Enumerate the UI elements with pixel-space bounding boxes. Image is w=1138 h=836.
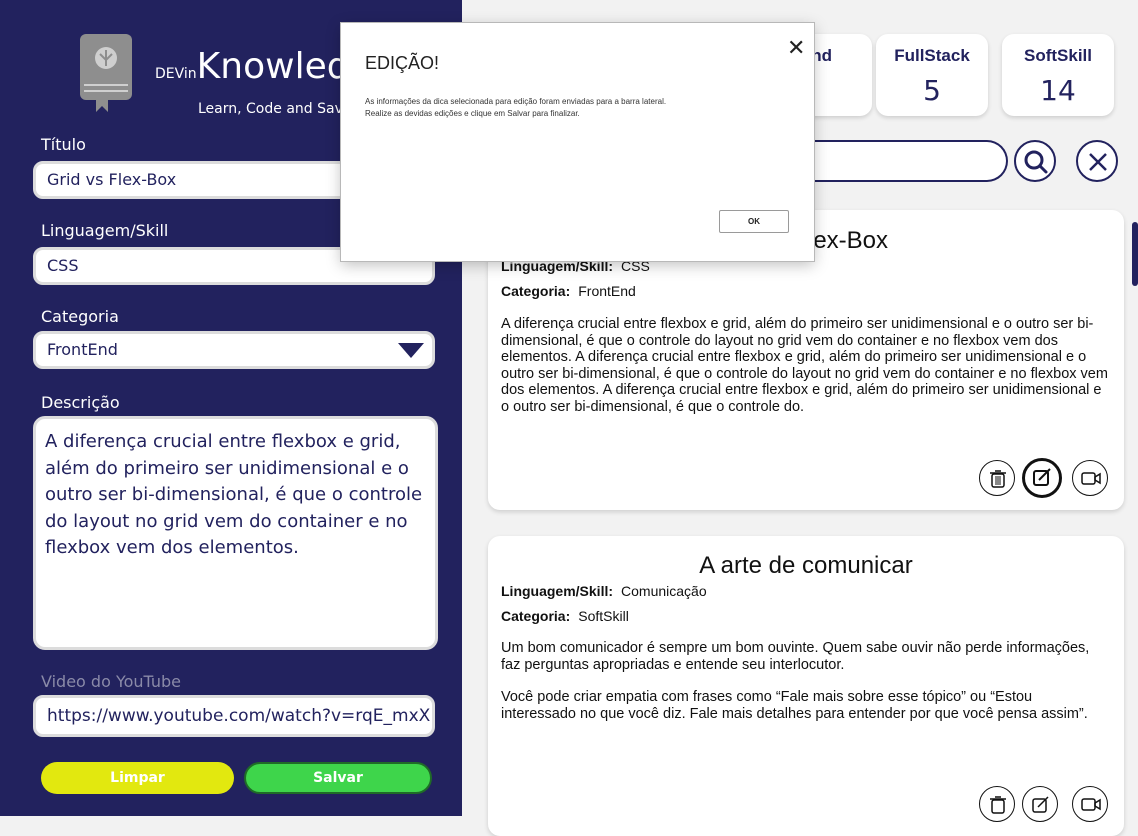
scrollbar-thumb[interactable] <box>1132 222 1138 286</box>
stat-fullstack-label: FullStack <box>894 46 970 65</box>
book-logo-icon <box>80 34 132 112</box>
edit-icon <box>1032 796 1049 813</box>
dropdown-arrow-icon[interactable] <box>398 343 424 358</box>
dialog-message: As informações da dica selecionada para … <box>365 96 795 120</box>
trash-icon <box>990 470 1006 488</box>
card-language-value: Comunicação <box>621 583 707 599</box>
card-language: Linguagem/Skill: Comunicação <box>501 583 707 599</box>
card-language-label: Linguagem/Skill: <box>501 583 614 599</box>
trash-icon <box>990 796 1006 814</box>
delete-button[interactable] <box>979 460 1015 496</box>
categoria-select[interactable]: FrontEnd <box>33 331 435 369</box>
dialog-message-line2: Realize as devidas edições e clique em S… <box>365 109 580 118</box>
brand-tagline: Learn, Code and Save <box>198 101 352 117</box>
edit-button[interactable] <box>1022 786 1058 822</box>
descricao-textarea[interactable]: A diferença crucial entre flexbox e grid… <box>33 416 438 650</box>
search-icon <box>1024 150 1048 174</box>
stat-softskill: SoftSkill 14 <box>1002 34 1114 116</box>
dialog-message-line1: As informações da dica selecionada para … <box>365 97 667 106</box>
card-category-value: FrontEnd <box>578 283 636 299</box>
card-category: Categoria: SoftSkill <box>501 608 629 624</box>
edit-button[interactable] <box>1022 458 1062 498</box>
video-button[interactable] <box>1072 786 1108 822</box>
stat-softskill-value: 14 <box>1040 74 1076 107</box>
edit-icon <box>1033 468 1051 486</box>
ok-button[interactable]: OK <box>719 210 789 233</box>
card-description: A diferença crucial entre flexbox e grid… <box>501 316 1108 415</box>
card-description-p1: Um bom comunicador é sempre um bom ouvin… <box>501 640 1090 673</box>
stat-softskill-label: SoftSkill <box>1023 46 1092 65</box>
linguagem-label: Linguagem/Skill <box>41 221 169 240</box>
card-title: A arte de comunicar <box>699 552 913 579</box>
edit-alert-dialog: EDIÇÃO! ✕ As informações da dica selecio… <box>341 23 814 261</box>
card-category-label: Categoria: <box>501 283 571 299</box>
categoria-selected-value: FrontEnd <box>47 340 118 359</box>
card-category-value: SoftSkill <box>578 608 629 624</box>
card-category-label: Categoria: <box>501 608 571 624</box>
stat-fullstack: FullStack 5 <box>876 34 988 116</box>
stat-fullstack-value: 5 <box>923 74 941 107</box>
card-title: lex-Box <box>808 227 889 254</box>
video-label: Video do YouTube <box>41 672 182 691</box>
search-input[interactable] <box>790 140 1008 182</box>
descricao-label: Descrição <box>41 393 120 412</box>
close-icon <box>1089 153 1107 171</box>
close-icon[interactable]: ✕ <box>787 35 805 61</box>
brand-prefix: DEVin <box>155 66 197 82</box>
card-description-p2: Você pode criar empatia com frases como … <box>501 689 1088 722</box>
titulo-label: Título <box>41 135 86 154</box>
card-description: Um bom comunicador é sempre um bom ouvin… <box>501 640 1111 722</box>
categoria-label: Categoria <box>41 307 119 326</box>
video-camera-icon <box>1081 798 1101 811</box>
delete-button[interactable] <box>979 786 1015 822</box>
card-category: Categoria: FrontEnd <box>501 283 636 299</box>
dialog-title: EDIÇÃO! <box>365 53 440 73</box>
video-button[interactable] <box>1072 460 1108 496</box>
tip-card: A arte de comunicar Linguagem/Skill: Comu… <box>488 536 1124 836</box>
clear-search-button[interactable] <box>1076 140 1118 182</box>
search-button[interactable] <box>1014 140 1056 182</box>
save-button[interactable]: Salvar <box>244 762 432 794</box>
clear-button[interactable]: Limpar <box>41 762 234 794</box>
video-input[interactable]: https://www.youtube.com/watch?v=rqE_mxX <box>33 695 435 737</box>
video-camera-icon <box>1081 472 1101 485</box>
